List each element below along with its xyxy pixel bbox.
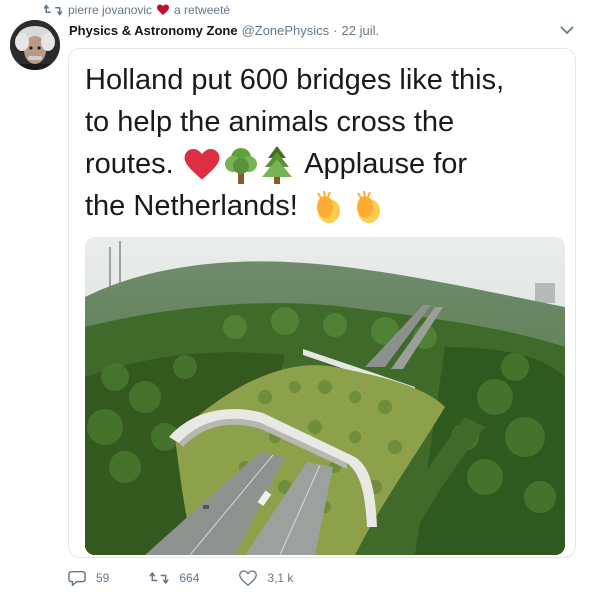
- caption-line-3: routes. Applause for: [85, 143, 565, 185]
- retweet-action-text: a retweeté: [174, 3, 231, 17]
- header-separator: ·: [333, 22, 338, 38]
- media-card[interactable]: Holland put 600 bridges like this, to he…: [68, 48, 576, 558]
- caption-emoji-group: [184, 146, 292, 185]
- retweet-action-icon: [149, 571, 170, 585]
- red-heart-emoji-icon: [184, 149, 220, 180]
- like-button[interactable]: 3,1 k: [239, 569, 294, 587]
- reply-count: 59: [96, 571, 110, 585]
- retweet-icon: [44, 4, 62, 16]
- clapping-hands-emoji-icon: [356, 191, 380, 224]
- retweet-count: 664: [179, 571, 200, 585]
- chevron-down-icon[interactable]: [560, 24, 574, 36]
- evergreen-tree-emoji-icon: [261, 146, 292, 185]
- deciduous-tree-emoji-icon: [224, 148, 257, 185]
- retweet-button[interactable]: 664: [149, 570, 199, 586]
- clapping-hands-emoji-icon: [316, 191, 340, 224]
- caption-line-3-text: routes.: [85, 148, 174, 180]
- caption-line-5-text: the Netherlands!: [85, 190, 298, 222]
- reply-button[interactable]: 59: [68, 569, 109, 587]
- caption-line-5: the Netherlands!: [85, 185, 565, 227]
- like-count: 3,1 k: [267, 571, 294, 585]
- like-icon: [239, 569, 258, 586]
- tweet-date[interactable]: 22 juil.: [342, 23, 380, 38]
- tweet-actions: 59 664 3,1 k: [68, 566, 333, 590]
- reply-icon: [68, 570, 86, 587]
- caption-line-2: to help the animals cross the: [85, 106, 455, 138]
- retweeter-name[interactable]: pierre jovanovic: [68, 3, 152, 17]
- tweet-container: pierre jovanovic a retweeté Physics & As…: [0, 0, 596, 592]
- tweet-header: Physics & Astronomy Zone @ZonePhysics · …: [69, 20, 570, 40]
- retweet-context: pierre jovanovic a retweeté: [44, 2, 230, 18]
- caption-line-4-text: Applause for: [304, 148, 468, 180]
- image-caption: Holland put 600 bridges like this, to he…: [85, 59, 565, 227]
- heart-icon: [157, 4, 170, 15]
- ecoduct-aerial-photo: [85, 237, 565, 555]
- author-name[interactable]: Physics & Astronomy Zone: [69, 23, 238, 38]
- caption-line-1: Holland put 600 bridges like this,: [85, 64, 505, 96]
- clap-emoji-group: [312, 189, 386, 225]
- author-handle[interactable]: @ZonePhysics: [242, 23, 330, 38]
- tweet-photo[interactable]: [85, 237, 565, 555]
- avatar-image: [10, 20, 60, 70]
- avatar[interactable]: [10, 20, 60, 70]
